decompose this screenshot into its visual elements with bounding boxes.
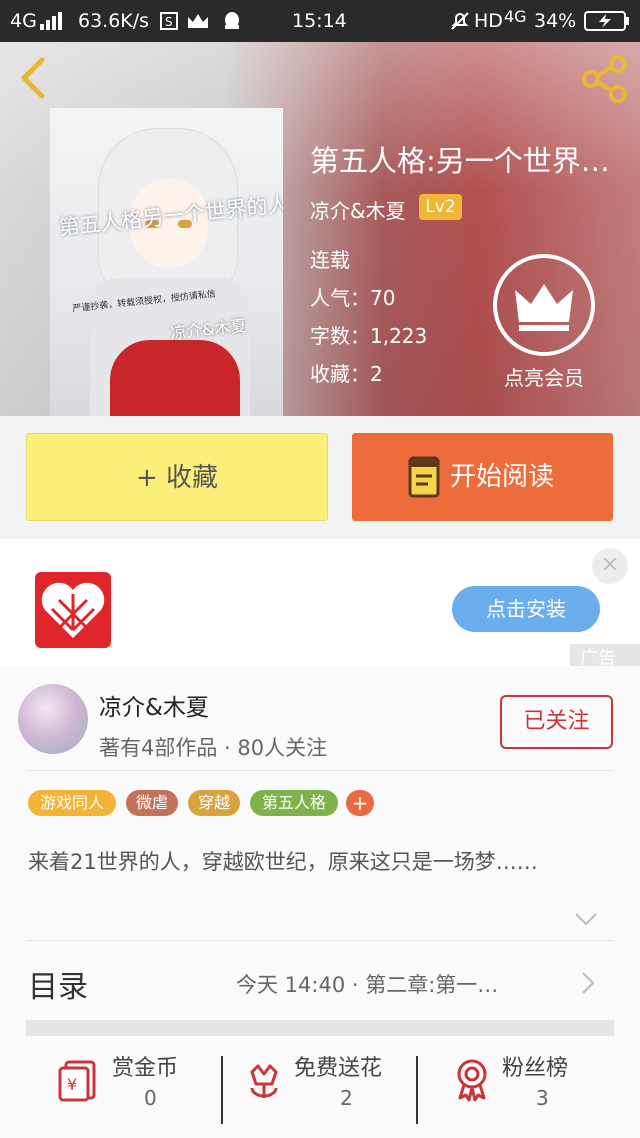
network-type: 4G — [504, 7, 527, 26]
qq-icon — [225, 12, 239, 29]
book-word-count: 字数：1,223 — [310, 324, 428, 348]
book-author[interactable]: 凉介&木夏 — [310, 195, 406, 224]
avatar[interactable] — [18, 684, 88, 754]
tag-chip[interactable]: 游戏同人 — [28, 790, 116, 816]
toc-label[interactable]: 目录 — [28, 962, 88, 1006]
action-row: + 收藏 开始阅读 — [0, 416, 640, 538]
tag-chip[interactable]: 微虐 — [126, 790, 178, 816]
vip-label[interactable]: 点亮会员 — [496, 362, 592, 391]
signal-icon — [40, 12, 62, 30]
reward-coins-count: 0 — [144, 1086, 157, 1110]
chevron-right-icon[interactable] — [580, 970, 596, 996]
section-spacer — [26, 1020, 614, 1036]
ad-close-button[interactable]: × — [592, 548, 628, 584]
medal-icon — [457, 1059, 487, 1102]
ad-app-logo — [35, 572, 111, 648]
reward-coins-button[interactable]: ¥ 赏金币 0 — [58, 1050, 208, 1130]
share-icon[interactable] — [580, 54, 630, 104]
author-stats: 著有4部作品 · 80人关注 — [99, 736, 328, 760]
divider — [26, 940, 614, 941]
ad-tag: 广告 — [570, 644, 640, 666]
status-bar: 4G 63.6K/s S 15:14 HD 4G 34% — [0, 0, 640, 42]
svg-text:¥: ¥ — [67, 1075, 77, 1094]
author-name[interactable]: 凉介&木夏 — [99, 688, 209, 722]
book-status: 连载 — [310, 248, 350, 272]
gold-coin-icon: ¥ — [58, 1060, 96, 1102]
back-arrow-icon[interactable] — [14, 56, 54, 100]
collect-button[interactable]: + 收藏 — [26, 433, 328, 521]
author-section: 凉介&木夏 著有4部作品 · 80人关注 已关注 游戏同人 微虐 穿越 第五人格… — [0, 666, 640, 1138]
flower-icon — [250, 1064, 278, 1098]
book-popularity: 人气：70 — [310, 286, 396, 310]
net-speed: 63.6K/s — [78, 10, 150, 32]
battery-icon — [584, 11, 629, 31]
crown-icon — [515, 284, 573, 331]
signal-label: 4G — [10, 10, 37, 32]
book-favorites: 收藏：2 — [310, 362, 383, 386]
book-title: 第五人格:另一个世界… — [310, 144, 610, 178]
tag-chip[interactable]: 穿越 — [188, 790, 240, 816]
reward-coins-label: 赏金币 — [112, 1056, 179, 1081]
divider — [221, 1056, 223, 1124]
start-reading-label: 开始阅读 — [450, 462, 555, 492]
book-header: 第五人格另一个世界的人 严谨抄袭，转载须授权，授仿请私信 凉介&木夏 第五人格:… — [0, 42, 640, 416]
send-flower-label: 免费送花 — [294, 1056, 383, 1081]
ad-banner[interactable]: 点击安装 × 广告 — [0, 539, 640, 666]
fan-ranking-count: 3 — [536, 1086, 549, 1110]
book-cover: 第五人格另一个世界的人 严谨抄袭，转载须授权，授仿请私信 凉介&木夏 — [50, 108, 283, 416]
divider — [416, 1056, 418, 1124]
vip-badge[interactable] — [493, 254, 595, 356]
svg-text:S: S — [165, 15, 173, 29]
crown-status-icon — [188, 14, 208, 28]
add-tag-button[interactable]: + — [346, 790, 374, 816]
clock: 15:14 — [292, 10, 347, 32]
tag-chip[interactable]: 第五人格 — [250, 790, 338, 816]
send-flower-button[interactable]: 免费送花 2 — [244, 1050, 409, 1130]
fan-ranking-button[interactable]: 粉丝榜 3 — [452, 1050, 602, 1130]
heart-logo-icon — [41, 582, 105, 638]
author-level-badge: Lv2 — [419, 194, 462, 220]
follow-button[interactable]: 已关注 — [500, 695, 613, 749]
battery-percent: 34% — [534, 10, 577, 32]
toc-latest-chapter[interactable]: 今天 14:40 · 第二章:第一… — [236, 969, 498, 999]
send-flower-count: 2 — [340, 1086, 353, 1110]
ad-install-button[interactable]: 点击安装 — [452, 586, 600, 632]
book-description: 来着21世界的人，穿越欧世纪，原来这只是一场梦…… — [28, 850, 538, 874]
hd-label: HD — [474, 10, 503, 32]
chevron-down-icon[interactable] — [574, 912, 598, 926]
app-s-icon: S — [160, 12, 178, 30]
divider — [26, 770, 614, 771]
book-icon — [408, 456, 440, 498]
mute-icon — [451, 12, 469, 30]
start-reading-button[interactable]: 开始阅读 — [352, 433, 613, 521]
fan-ranking-label: 粉丝榜 — [502, 1056, 569, 1081]
